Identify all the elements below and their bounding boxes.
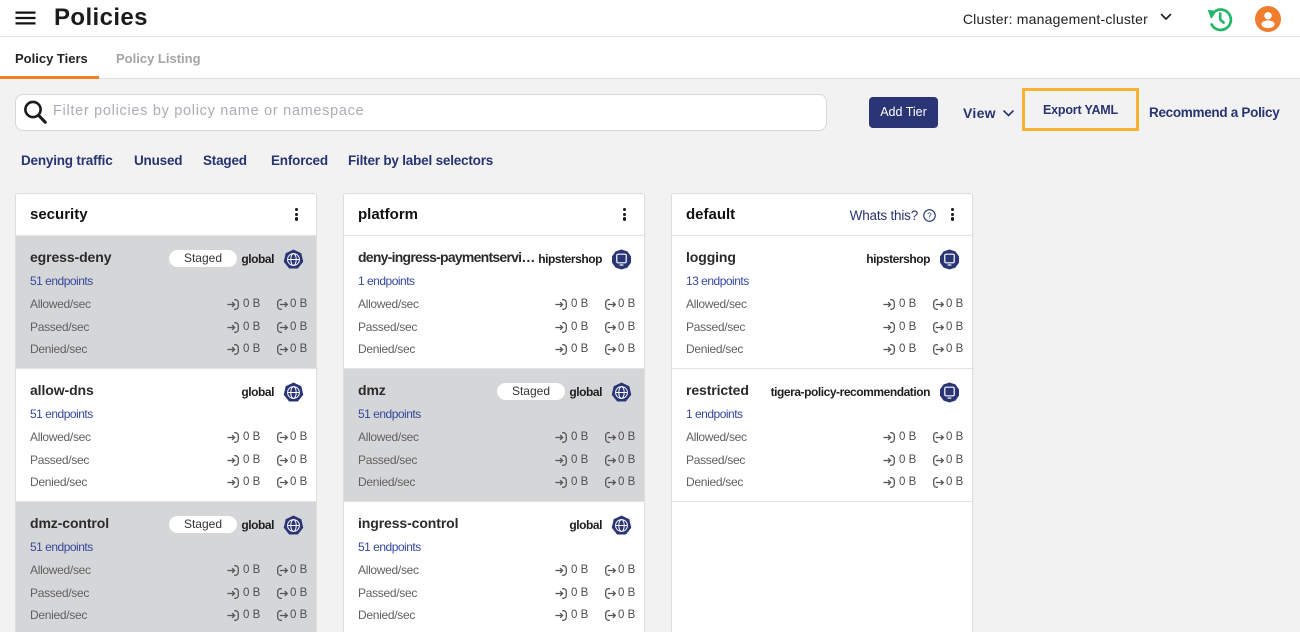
- svg-text:?: ?: [927, 211, 932, 220]
